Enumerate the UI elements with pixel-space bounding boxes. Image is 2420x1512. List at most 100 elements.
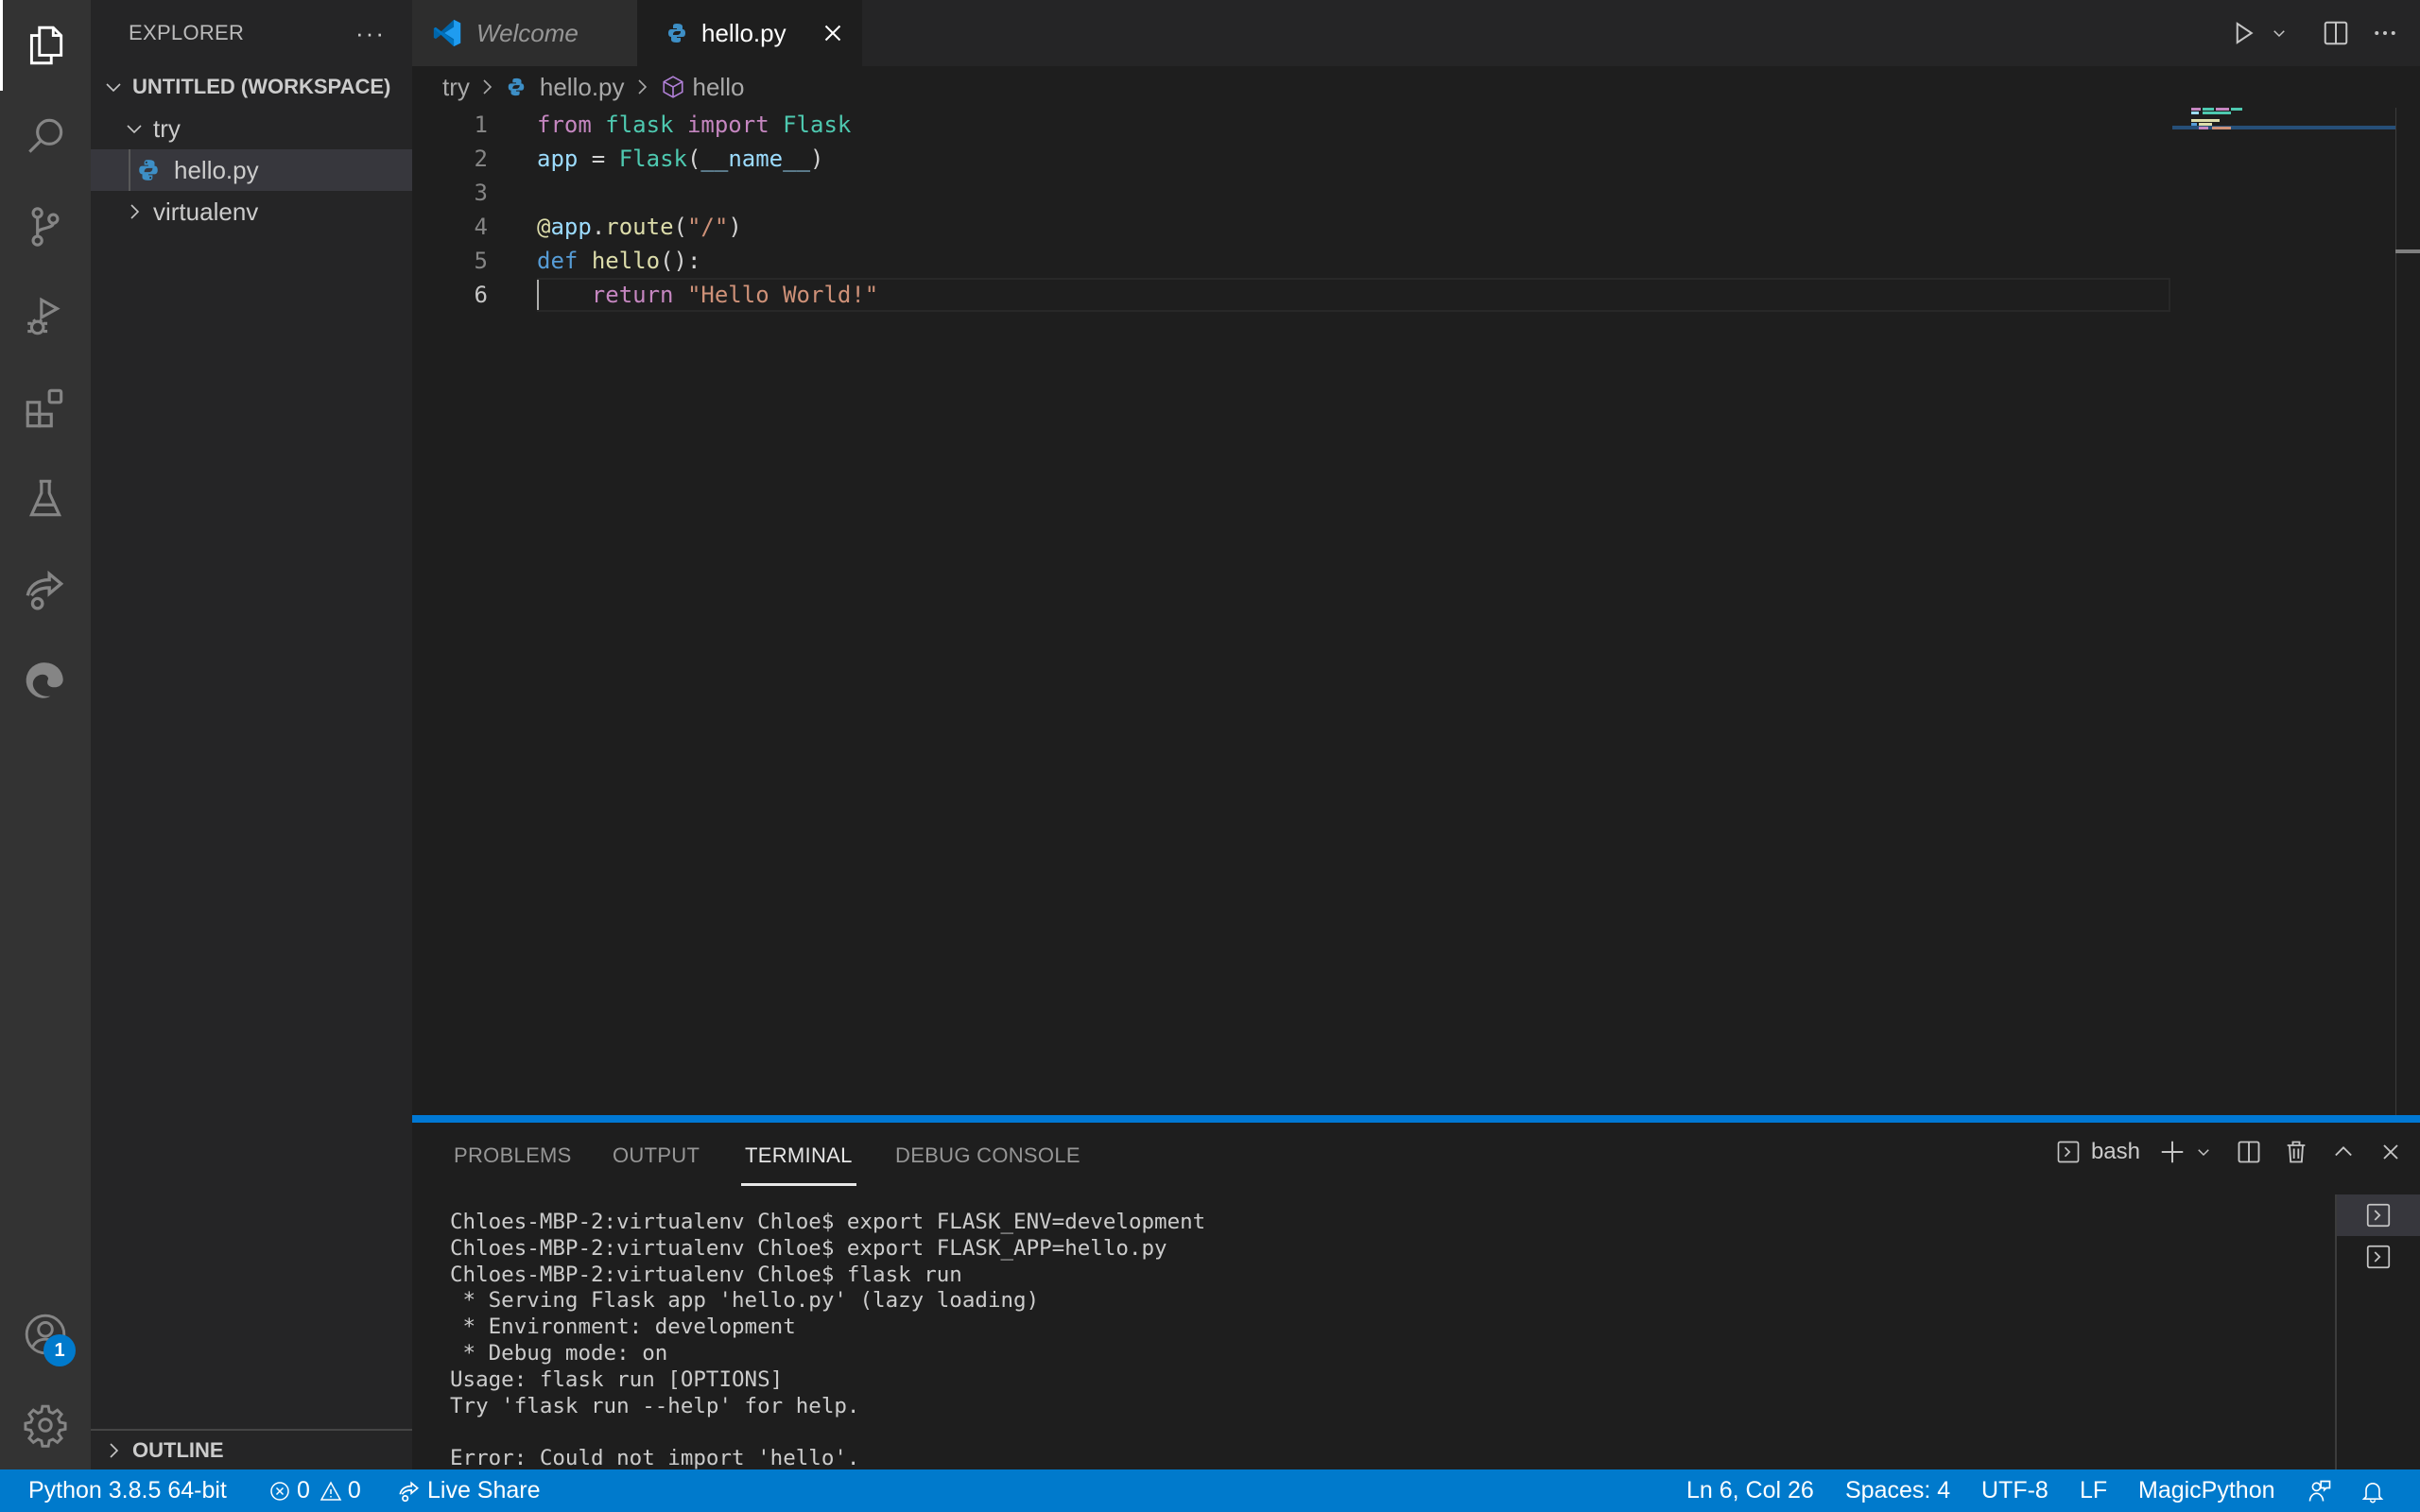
outline-section-header[interactable]: OUTLINE: [91, 1429, 412, 1469]
cursor-position: Ln 6, Col 26: [1686, 1477, 1814, 1503]
minimap[interactable]: [2172, 106, 2395, 144]
code-editor[interactable]: 1 from flask import Flask 2 app = Flask(__n…: [412, 108, 2420, 1115]
tab-problems[interactable]: PROBLEMS: [454, 1143, 572, 1168]
code-token: return: [591, 282, 674, 308]
code-token: =: [578, 146, 619, 172]
line-number: 2: [474, 146, 488, 172]
close-panel-button[interactable]: [2367, 1128, 2414, 1176]
run-python-file-button[interactable]: [2220, 9, 2267, 57]
status-language-mode[interactable]: MagicPython: [2138, 1469, 2275, 1512]
status-eol[interactable]: LF: [2080, 1469, 2107, 1512]
code-token: "/": [686, 214, 729, 240]
plus-icon: [2161, 1141, 2184, 1163]
code-line[interactable]: 3: [412, 176, 2170, 210]
terminal-instance-1[interactable]: [2337, 1194, 2420, 1236]
live-share-icon: [399, 1480, 420, 1502]
terminal-line: Try 'flask run --help' for help.: [450, 1393, 860, 1418]
activity-live-share[interactable]: [0, 544, 91, 635]
tab-hello-py[interactable]: hello.py: [637, 0, 862, 66]
minimap-token: [2203, 108, 2214, 111]
minimap-token: [2191, 123, 2197, 126]
activity-extensions[interactable]: [0, 363, 91, 454]
flask-beaker-icon: [28, 479, 62, 517]
status-feedback[interactable]: [2307, 1469, 2339, 1512]
tab-output[interactable]: OUTPUT: [613, 1143, 700, 1168]
editor-more-actions-button[interactable]: [2361, 9, 2409, 57]
terminal-line: * Serving Flask app 'hello.py' (lazy loa…: [450, 1288, 1040, 1314]
tab-debug-console[interactable]: DEBUG CONSOLE: [895, 1143, 1080, 1168]
terminal-shell-name[interactable]: bash: [2091, 1139, 2140, 1165]
bottom-panel: PROBLEMS OUTPUT TERMINAL DEBUG CONSOLE b…: [412, 1115, 2420, 1472]
interpreter-label: Python 3.8.5 64-bit: [28, 1477, 227, 1503]
terminal-selector[interactable]: [2049, 1128, 2087, 1176]
breadcrumb-file[interactable]: hello.py: [540, 73, 625, 102]
activity-manage[interactable]: [0, 1380, 91, 1470]
code-token: app: [537, 146, 579, 172]
code-line[interactable]: 1 from flask import Flask: [412, 108, 2170, 142]
breadcrumb-symbol[interactable]: hello: [693, 73, 745, 102]
activity-search[interactable]: [0, 91, 91, 181]
close-icon: [2383, 1144, 2398, 1160]
tree-file-hello-py[interactable]: hello.py: [91, 149, 412, 191]
editor-scrollbar[interactable]: [2395, 108, 2420, 1115]
run-options-dropdown[interactable]: [2267, 9, 2291, 57]
activity-source-control[interactable]: [0, 181, 91, 272]
status-indentation[interactable]: Spaces: 4: [1845, 1469, 1950, 1512]
activity-explorer[interactable]: [0, 0, 91, 91]
terminal-line: Chloes-MBP-2:virtualenv Chloe$ flask run: [450, 1262, 962, 1287]
code-token: def: [537, 248, 579, 274]
panel-actions: bash: [2049, 1128, 2420, 1176]
minimap-token: [2199, 123, 2212, 126]
code-token: route: [605, 214, 674, 240]
chevron-down-icon: [2273, 30, 2285, 38]
activity-testing[interactable]: [0, 454, 91, 544]
code-token: ): [728, 214, 742, 240]
eol: LF: [2080, 1477, 2108, 1503]
code-line[interactable]: 2 app = Flask(__name__): [412, 142, 2170, 176]
tab-terminal[interactable]: TERMINAL: [741, 1143, 856, 1186]
code-line[interactable]: 5 def hello():: [412, 244, 2170, 278]
activity-accounts[interactable]: 1: [0, 1289, 91, 1380]
split-editor-button[interactable]: [2312, 9, 2360, 57]
status-problems[interactable]: 0 0: [268, 1469, 361, 1512]
minimap-token: [2191, 112, 2199, 114]
status-python-interpreter[interactable]: Python 3.8.5 64-bit: [28, 1469, 227, 1512]
close-icon[interactable]: [819, 19, 847, 47]
terminal-output[interactable]: Chloes-MBP-2:virtualenv Chloe$ export FL…: [450, 1210, 1205, 1472]
terminal-icon: [2366, 1203, 2391, 1228]
maximize-panel-button[interactable]: [2320, 1128, 2367, 1176]
breadcrumb-folder[interactable]: try: [442, 73, 470, 102]
python-icon: [508, 77, 525, 96]
new-terminal-button[interactable]: [2153, 1128, 2191, 1176]
code-line[interactable]: 4 @app.route("/"): [412, 210, 2170, 244]
terminal-instance-2[interactable]: [2337, 1236, 2420, 1278]
kill-terminal-button[interactable]: [2273, 1128, 2320, 1176]
terminal-profile-dropdown[interactable]: [2191, 1128, 2216, 1176]
activity-run-debug[interactable]: [0, 272, 91, 363]
status-notifications[interactable]: [2360, 1469, 2392, 1512]
split-terminal-button[interactable]: [2225, 1128, 2273, 1176]
status-live-share[interactable]: Live Share: [397, 1469, 541, 1512]
terminal-line: Chloes-MBP-2:virtualenv Chloe$ export FL…: [450, 1235, 1167, 1261]
workspace-header[interactable]: UNTITLED (WORKSPACE): [91, 66, 412, 108]
status-encoding[interactable]: UTF-8: [1981, 1469, 2048, 1512]
live-share-label: Live Share: [427, 1477, 541, 1503]
tree-folder-virtualenv[interactable]: virtualenv: [91, 191, 412, 232]
status-cursor-position[interactable]: Ln 6, Col 26: [1686, 1469, 1814, 1512]
explorer-more-actions-button[interactable]: ···: [355, 19, 386, 48]
tab-label: Welcome: [476, 18, 579, 47]
tree-folder-try[interactable]: try: [91, 108, 412, 149]
language-mode: MagicPython: [2138, 1477, 2275, 1503]
workspace-label: UNTITLED (WORKSPACE): [132, 75, 391, 98]
indentation: Spaces: 4: [1845, 1477, 1951, 1503]
python-icon: [139, 160, 158, 180]
tab-welcome[interactable]: Welcome: [412, 0, 637, 66]
activity-edge-devtools[interactable]: [0, 635, 91, 726]
code-token: flask: [605, 112, 674, 138]
code-line[interactable]: 6 return "Hello World!": [412, 278, 2170, 312]
minimap-token: [2199, 127, 2208, 129]
scrollbar-cursor-marker: [2395, 249, 2420, 253]
error-count: 0: [297, 1477, 310, 1503]
line-number: 5: [474, 248, 488, 274]
terminal-icon: [2057, 1141, 2080, 1163]
